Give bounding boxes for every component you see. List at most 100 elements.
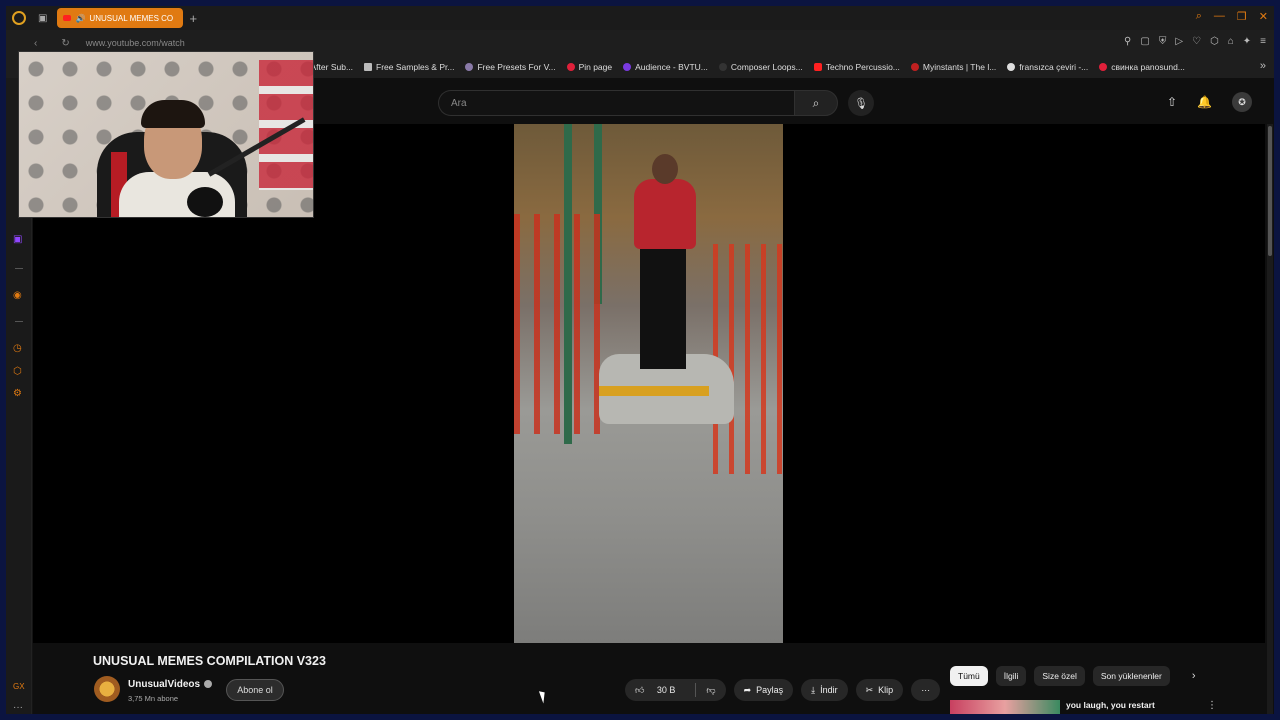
subscribe-button[interactable]: Abone ol bbox=[226, 679, 284, 701]
microphone-icon: 🎙 bbox=[854, 97, 868, 110]
dislike-button[interactable]: 👎︎ bbox=[696, 685, 725, 696]
window-controls: ⌕ — ❐ ✕ bbox=[1196, 10, 1268, 23]
chip-recent[interactable]: Son yüklenenler bbox=[1092, 666, 1170, 686]
gx-icon[interactable]: GX bbox=[13, 682, 25, 691]
new-tab-button[interactable]: + bbox=[189, 11, 197, 26]
share-button[interactable]: ➦ Paylaş bbox=[733, 679, 794, 701]
tab-islands-icon[interactable]: ▣ bbox=[38, 13, 47, 24]
back-icon[interactable]: ‹ bbox=[34, 38, 37, 49]
account-avatar[interactable]: ✪ bbox=[1232, 92, 1252, 112]
header-actions: ⇧ 🔔 ✪ bbox=[1167, 92, 1252, 112]
site-icon bbox=[623, 63, 632, 71]
vpn-icon[interactable]: ✦ bbox=[1243, 36, 1251, 47]
history-icon[interactable]: ◷ bbox=[13, 343, 22, 354]
tab-active[interactable]: 🔊 UNUSUAL MEMES CO bbox=[57, 8, 184, 28]
person-torso bbox=[634, 179, 696, 249]
red-carts-right bbox=[713, 244, 783, 474]
pinterest-icon bbox=[1099, 63, 1108, 71]
tab-title: UNUSUAL MEMES CO bbox=[89, 13, 174, 23]
minimize-button[interactable]: — bbox=[1214, 10, 1225, 23]
search-icon: ⌕ bbox=[812, 95, 820, 110]
recommendation-title[interactable]: you laugh, you restart bbox=[1066, 700, 1155, 710]
site-icon bbox=[910, 63, 919, 71]
wall-posters bbox=[259, 60, 313, 190]
subscriber-count: 3,75 Mn abone bbox=[128, 694, 179, 703]
chevron-right-icon[interactable]: › bbox=[1192, 670, 1196, 682]
like-button[interactable]: 👍︎ 30 B bbox=[625, 685, 695, 696]
video-title: UNUSUAL MEMES COMPILATION V323 bbox=[93, 654, 326, 668]
upload-icon[interactable]: ⇧ bbox=[1167, 95, 1177, 109]
search-tabs-icon[interactable]: ⌕ bbox=[1196, 10, 1202, 23]
maximize-button[interactable]: ❐ bbox=[1237, 10, 1247, 23]
video-actions: 👍︎ 30 B 👎︎ ➦ Paylaş ⤓ İndir ✂ Klip ··· bbox=[625, 679, 941, 701]
bookmark-item[interactable]: Free Samples & Pr... bbox=[364, 62, 454, 72]
heart-icon[interactable]: ♡ bbox=[1192, 36, 1201, 47]
settings-gear-icon[interactable]: ⚙ bbox=[13, 388, 22, 399]
bookmark-item[interactable]: свинка panosund... bbox=[1099, 62, 1185, 72]
extensions-icon[interactable]: ⬡ bbox=[13, 366, 22, 377]
play-icon[interactable]: ▷ bbox=[1175, 36, 1183, 47]
scrollbar-thumb[interactable] bbox=[1268, 126, 1272, 256]
bookmark-item[interactable]: Techno Percussio... bbox=[813, 62, 900, 72]
browser-window: ▣ 🔊 UNUSUAL MEMES CO + ⌕ — ❐ ✕ ‹ ↻ www.y… bbox=[6, 6, 1274, 714]
bookmarks-overflow-icon[interactable]: » bbox=[1260, 60, 1266, 72]
extensions-icon[interactable]: ⬡ bbox=[1210, 36, 1219, 47]
bookmark-item[interactable]: Free Presets For V... bbox=[465, 62, 556, 72]
bookmark-item[interactable]: Audience - BVTU... bbox=[623, 62, 708, 72]
reload-icon[interactable]: ↻ bbox=[61, 38, 69, 49]
machine-stripe bbox=[599, 386, 709, 396]
chip-all[interactable]: Tümü bbox=[950, 666, 988, 686]
kebab-menu-icon[interactable]: ⋮ bbox=[1207, 700, 1217, 711]
address-actions: ⚲ ▢ ⛨ ▷ ♡ ⬡ ⌂ ✦ ≡ bbox=[1124, 36, 1266, 47]
recommendation-thumbnail[interactable] bbox=[950, 700, 1060, 714]
site-icon bbox=[718, 63, 727, 71]
pin-icon[interactable]: ⚲ bbox=[1124, 36, 1131, 47]
shield-icon[interactable]: ⛨ bbox=[1159, 36, 1167, 47]
webcam-overlay bbox=[18, 51, 314, 218]
speaker-icon: 🔊 bbox=[75, 13, 86, 23]
voice-search-button[interactable]: 🎙 bbox=[848, 90, 874, 116]
channel-name[interactable]: UnusualVideos bbox=[128, 679, 213, 690]
microphone bbox=[187, 187, 223, 217]
video-frame[interactable] bbox=[514, 124, 783, 643]
close-button[interactable]: ✕ bbox=[1259, 10, 1268, 23]
bookmark-item[interactable]: fransızca çeviri -... bbox=[1007, 62, 1088, 72]
share-icon: ➦ bbox=[743, 684, 752, 695]
menu-icon[interactable]: ≡ bbox=[1260, 36, 1266, 47]
more-icon[interactable]: ··· bbox=[13, 702, 23, 713]
scissors-icon: ✂ bbox=[865, 684, 874, 695]
clip-button[interactable]: ✂ Klip bbox=[855, 679, 904, 701]
red-carts-left bbox=[514, 214, 604, 434]
twitch-icon[interactable]: ▣ bbox=[13, 234, 22, 245]
opera-logo-icon[interactable] bbox=[12, 11, 26, 25]
person-head bbox=[652, 154, 678, 184]
search-input[interactable]: Ara bbox=[438, 90, 794, 116]
youtube-icon bbox=[813, 63, 822, 71]
url-field[interactable]: www.youtube.com/watch bbox=[86, 38, 185, 48]
site-icon bbox=[465, 63, 474, 71]
like-dislike-group: 👍︎ 30 B 👎︎ bbox=[625, 679, 726, 701]
person-legs bbox=[640, 249, 686, 369]
bookmark-item[interactable]: Myinstants | The l... bbox=[910, 62, 996, 72]
chip-for-you[interactable]: Size özel bbox=[1034, 666, 1085, 686]
recommendation-chips: Tümü İlgili Size özel Son yüklenenler › bbox=[950, 666, 1196, 686]
google-icon bbox=[1007, 63, 1016, 71]
sidebar-divider bbox=[15, 321, 23, 322]
more-actions-button[interactable]: ··· bbox=[911, 679, 941, 701]
download-button[interactable]: ⤓ İndir bbox=[801, 679, 848, 701]
search-button[interactable]: ⌕ bbox=[794, 90, 838, 116]
pinterest-icon bbox=[566, 63, 575, 71]
snapshot-icon[interactable]: ▢ bbox=[1140, 36, 1149, 47]
verified-icon bbox=[204, 680, 213, 689]
sidebar-divider bbox=[15, 268, 23, 269]
bookmark-item[interactable]: Pin page bbox=[566, 62, 612, 72]
channel-avatar[interactable] bbox=[94, 676, 120, 702]
piano-icon bbox=[364, 63, 373, 71]
streamer-hair bbox=[141, 100, 205, 128]
download-icon: ⤓ bbox=[811, 684, 816, 695]
notifications-bell-icon[interactable]: 🔔 bbox=[1197, 95, 1212, 109]
player-icon[interactable]: ◉ bbox=[13, 290, 22, 301]
chip-related[interactable]: İlgili bbox=[995, 666, 1027, 686]
bookmark-item[interactable]: Composer Loops... bbox=[718, 62, 803, 72]
wallet-icon[interactable]: ⌂ bbox=[1228, 36, 1234, 47]
